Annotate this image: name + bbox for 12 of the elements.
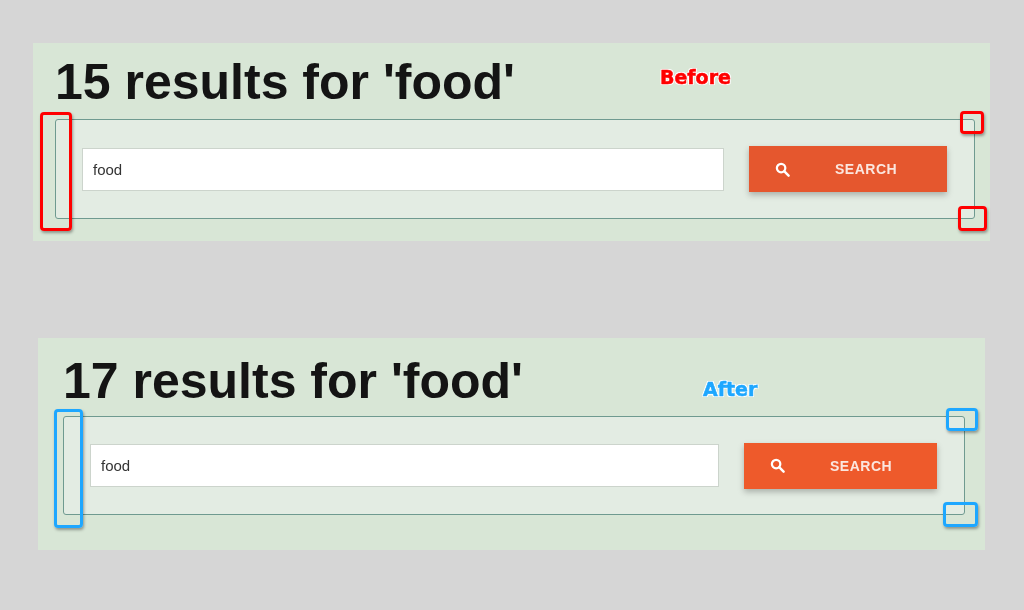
highlight-marker xyxy=(958,206,987,231)
results-heading: 15 results for 'food' xyxy=(55,57,515,107)
annotation-label: Before xyxy=(659,66,731,88)
highlight-marker xyxy=(946,408,978,431)
search-field[interactable]: food xyxy=(82,147,724,191)
highlight-marker xyxy=(960,111,984,134)
annotation-label: After xyxy=(702,377,758,400)
search-icon xyxy=(775,161,790,177)
highlight-marker xyxy=(943,502,978,527)
search-icon xyxy=(770,458,785,473)
results-heading: 17 results for 'food' xyxy=(63,356,523,406)
search-field[interactable]: food xyxy=(90,444,719,487)
